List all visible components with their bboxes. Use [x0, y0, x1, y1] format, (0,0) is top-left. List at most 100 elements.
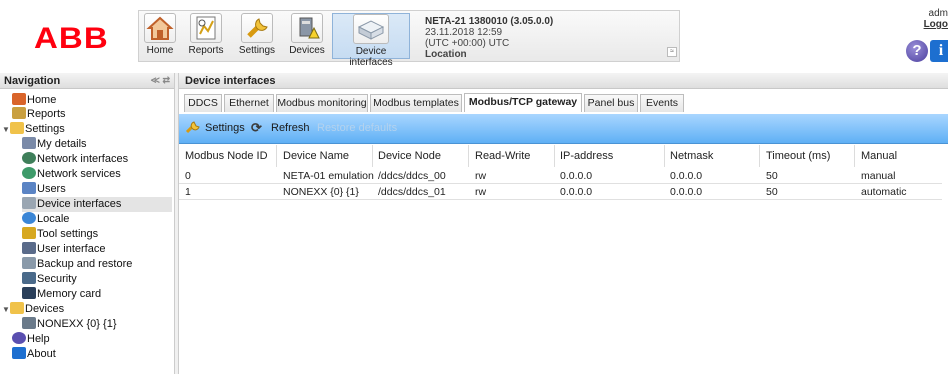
- table-header-row: Modbus Node ID Device Name Device Node R…: [179, 145, 942, 167]
- navigation-title: Navigation: [4, 75, 61, 87]
- device-interfaces-icon: [353, 14, 389, 44]
- nav-item-security[interactable]: Security: [22, 272, 77, 287]
- folder-icon: [10, 302, 24, 314]
- tab-bar: DDCS Ethernet Modbus monitoring Modbus t…: [179, 92, 948, 112]
- cell-device-node: /ddcs/ddcs_01: [378, 186, 446, 198]
- tab-panel-bus[interactable]: Panel bus: [584, 94, 638, 112]
- tab-modbus-tcp-gateway[interactable]: Modbus/TCP gateway: [464, 93, 582, 112]
- refresh-icon[interactable]: ⟳: [251, 120, 262, 136]
- device-interfaces-icon: [22, 197, 36, 209]
- refresh-button[interactable]: Refresh: [271, 122, 310, 134]
- page-title: Device interfaces: [179, 73, 948, 89]
- column-header[interactable]: IP-address: [560, 145, 613, 167]
- nav-item-about[interactable]: About: [12, 347, 56, 362]
- app-header: ABB Home Reports Settings Devices Device…: [0, 0, 948, 70]
- column-header[interactable]: Timeout (ms): [766, 145, 830, 167]
- toolbar-reports-label: Reports: [188, 45, 224, 56]
- nav-item-label: Help: [27, 333, 50, 345]
- nav-item-my-details[interactable]: My details: [22, 137, 87, 152]
- cell-ip-address: 0.0.0.0: [560, 170, 593, 182]
- nav-item-locale[interactable]: Locale: [22, 212, 69, 227]
- user-interface-icon: [22, 242, 36, 254]
- nav-item-settings[interactable]: ▼ Settings: [2, 122, 65, 137]
- tab-events[interactable]: Events: [640, 94, 684, 112]
- nav-item-network-interfaces[interactable]: Network interfaces: [22, 152, 128, 167]
- column-header[interactable]: Device Node: [378, 145, 441, 167]
- nav-item-label: Locale: [37, 213, 70, 225]
- nav-item-label: Devices: [25, 303, 65, 315]
- toolbar-settings-label: Settings: [238, 45, 276, 56]
- nav-item-devices[interactable]: ▼ Devices: [2, 302, 64, 317]
- cell-netmask: 0.0.0.0: [670, 170, 703, 182]
- tab-ethernet[interactable]: Ethernet: [224, 94, 274, 112]
- column-header[interactable]: Read-Write: [475, 145, 530, 167]
- device-timezone: (UTC +00:00) UTC: [425, 38, 510, 49]
- column-header[interactable]: Device Name: [283, 145, 349, 167]
- toolbar-home-button[interactable]: Home: [142, 13, 178, 59]
- tab-modbus-monitoring[interactable]: Modbus monitoring: [276, 94, 368, 112]
- tool-icon: [22, 227, 36, 239]
- backup-icon: [22, 257, 36, 269]
- navigation-header: Navigation ≪ ⇄: [0, 73, 174, 89]
- nav-item-help[interactable]: Help: [12, 332, 50, 347]
- device-warning-icon: [22, 317, 36, 329]
- nav-item-label: Memory card: [37, 288, 102, 300]
- cell-device-name: NETA-01 emulation: [283, 170, 374, 182]
- cell-manual: automatic: [861, 186, 907, 198]
- logout-link[interactable]: Logo: [908, 19, 948, 30]
- toolbar-device-interfaces-button[interactable]: Device interfaces: [332, 13, 410, 68]
- navigation-collapse-controls[interactable]: ≪ ⇄: [151, 75, 170, 86]
- chevron-down-icon[interactable]: ▼: [2, 302, 10, 317]
- cell-ip-address: 0.0.0.0: [560, 186, 593, 198]
- action-bar: Settings ⟳ Refresh Restore defaults: [179, 114, 948, 144]
- chevron-down-icon[interactable]: ▼: [2, 122, 10, 137]
- nav-item-network-services[interactable]: Network services: [22, 167, 121, 182]
- nav-item-users[interactable]: Users: [22, 182, 66, 197]
- nav-item-memory-card[interactable]: Memory card: [22, 287, 101, 302]
- navigation-panel: Navigation ≪ ⇄ Home Reports ▼ Settings My…: [0, 73, 175, 374]
- table-row[interactable]: 1 NONEXX {0} {1} /ddcs/ddcs_01 rw 0.0.0.…: [179, 184, 942, 200]
- nav-item-nonexx[interactable]: NONEXX {0} {1}: [22, 317, 117, 332]
- memory-card-icon: [22, 287, 36, 299]
- nav-item-label: Users: [37, 183, 66, 195]
- info-icon: [12, 347, 26, 359]
- nav-item-device-interfaces[interactable]: Device interfaces: [22, 197, 172, 212]
- nav-item-label: Network services: [37, 168, 121, 180]
- toolbar-device-interfaces-label: Device interfaces: [349, 46, 393, 68]
- info-button[interactable]: i: [930, 40, 948, 62]
- column-header[interactable]: Modbus Node ID: [185, 145, 268, 167]
- table-row[interactable]: 0 NETA-01 emulation /ddcs/ddcs_00 rw 0.0…: [179, 168, 942, 184]
- cell-read-write: rw: [475, 170, 487, 182]
- nav-item-backup-and-restore[interactable]: Backup and restore: [22, 257, 132, 272]
- nav-item-user-interface[interactable]: User interface: [22, 242, 105, 257]
- abb-logo: ABB: [34, 22, 109, 55]
- network-services-icon: [22, 167, 36, 179]
- network-icon: [22, 152, 36, 164]
- toolbar-reports-button[interactable]: Reports: [182, 13, 230, 59]
- tab-ddcs[interactable]: DDCS: [184, 94, 222, 112]
- nav-item-tool-settings[interactable]: Tool settings: [22, 227, 98, 242]
- nav-item-home[interactable]: Home: [12, 93, 56, 108]
- settings-icon[interactable]: [185, 120, 201, 137]
- settings-button[interactable]: Settings: [205, 122, 245, 134]
- toolbar-collapse-button[interactable]: ≈: [667, 47, 677, 57]
- nav-item-label: My details: [37, 138, 87, 150]
- nav-item-reports[interactable]: Reports: [12, 107, 66, 122]
- devices-icon: [291, 13, 323, 43]
- cell-node-id: 0: [185, 170, 191, 182]
- column-header[interactable]: Manual: [861, 145, 897, 167]
- nav-item-label: Tool settings: [37, 228, 99, 240]
- device-info: NETA-21 1380010 (3.05.0.0) 23.11.2018 12…: [425, 16, 553, 60]
- column-header[interactable]: Netmask: [670, 145, 713, 167]
- help-button[interactable]: ?: [906, 40, 928, 62]
- restore-defaults-button[interactable]: Restore defaults: [317, 122, 397, 134]
- device-title: NETA-21 1380010 (3.05.0.0): [425, 16, 554, 27]
- home-icon: [144, 13, 176, 43]
- toolbar-settings-button[interactable]: Settings: [233, 13, 281, 59]
- nav-item-label: Security: [37, 273, 77, 285]
- tab-modbus-templates[interactable]: Modbus templates: [370, 94, 462, 112]
- cell-node-id: 1: [185, 186, 191, 198]
- toolbar-devices-button[interactable]: Devices: [285, 13, 329, 59]
- cell-device-node: /ddcs/ddcs_00: [378, 170, 446, 182]
- settings-icon: [241, 13, 273, 43]
